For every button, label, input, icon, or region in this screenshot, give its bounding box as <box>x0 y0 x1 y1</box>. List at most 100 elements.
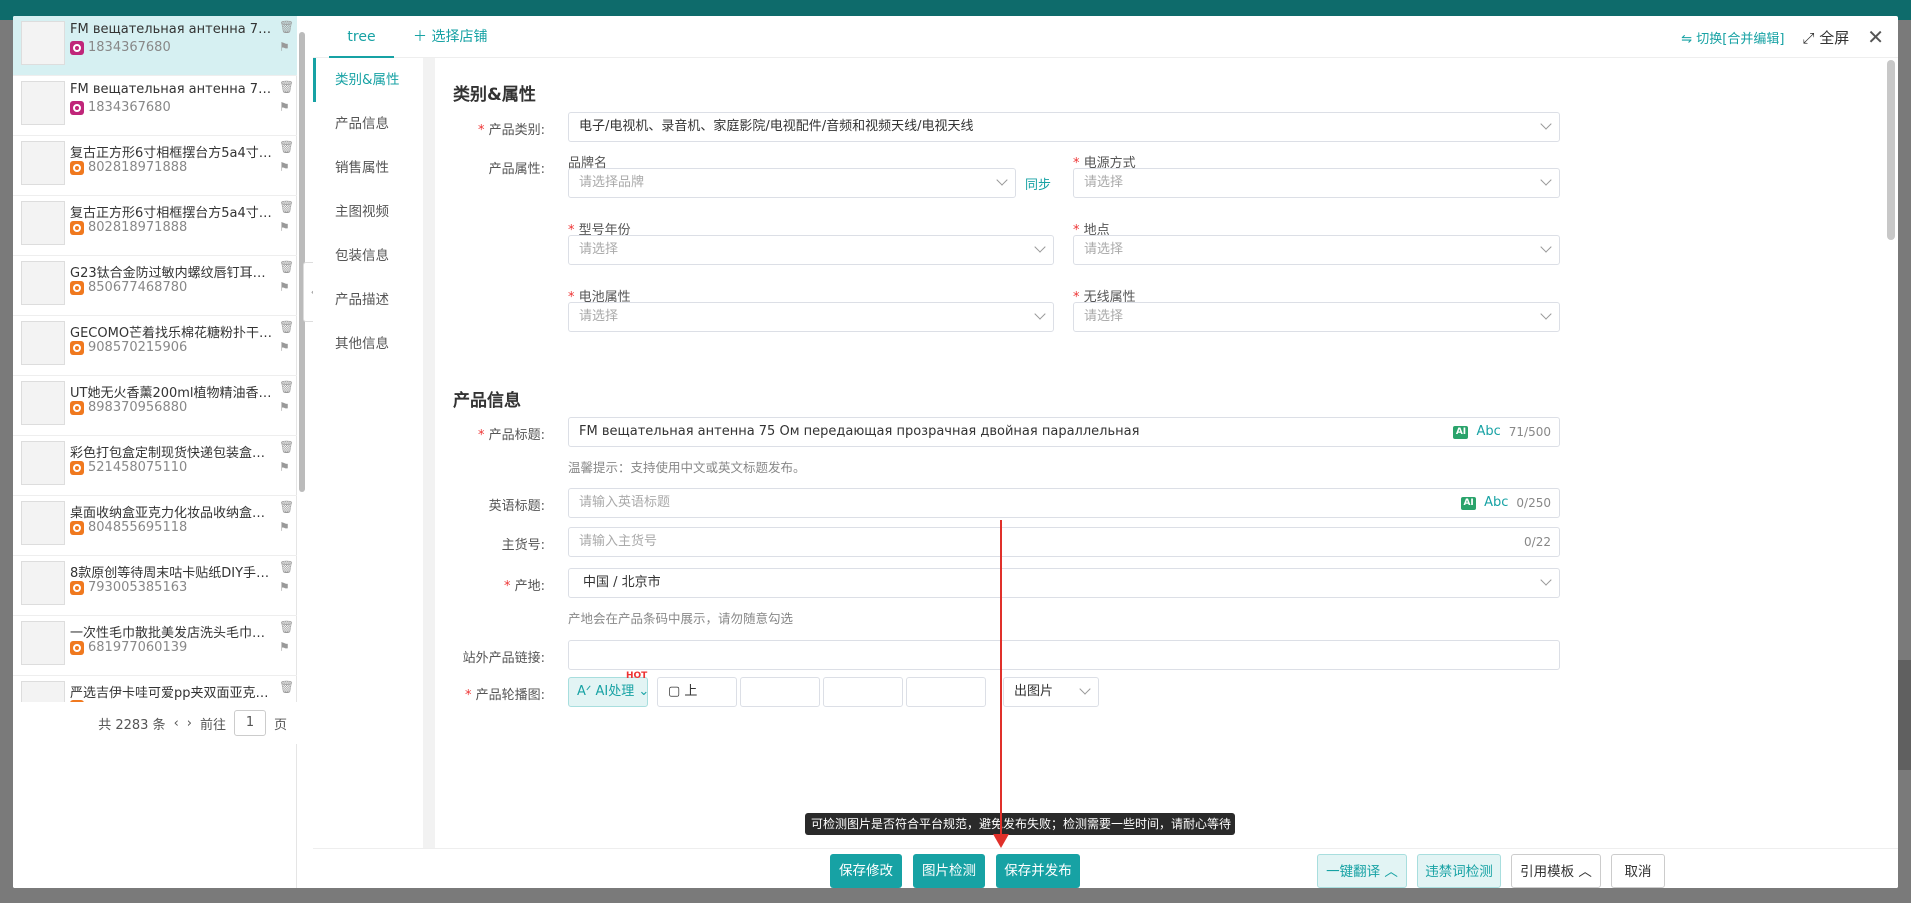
product-list-item[interactable]: 桌面收纳盒亚克力化妆品收纳盒透明零...804855695118 🗑 ⚑ <box>13 496 297 556</box>
nav-package-info[interactable]: 包装信息 <box>313 234 434 278</box>
nav-sales-attributes[interactable]: 销售属性 <box>313 146 434 190</box>
ai-process-button[interactable]: Aᐟ AI处理 ⌄ <box>568 677 648 707</box>
save-changes-button[interactable]: 保存修改 <box>830 854 902 888</box>
flag-icon[interactable]: ⚑ <box>279 640 293 654</box>
template-label: 引用模板 <box>1520 864 1575 880</box>
chevron-down-icon <box>1034 241 1046 253</box>
image-action-button-4[interactable] <box>906 677 986 707</box>
sku-input[interactable]: 请输入主货号 0/22 <box>568 527 1560 557</box>
nav-product-info[interactable]: 产品信息 <box>313 102 434 146</box>
power-select[interactable]: 请选择 <box>1073 168 1560 198</box>
ali-shop-icon <box>70 400 84 415</box>
product-id-text: 681977060139 <box>88 640 188 655</box>
product-id-text: 804855695118 <box>88 520 188 535</box>
product-list-item[interactable]: 彩色打包盒定制现货快递包装盒子批发...521458075110 🗑 ⚑ <box>13 436 297 496</box>
model-year-select[interactable]: 请选择 <box>568 235 1054 265</box>
trash-icon[interactable]: 🗑 <box>279 20 294 34</box>
flag-icon[interactable]: ⚑ <box>279 40 293 54</box>
flag-icon[interactable]: ⚑ <box>279 280 293 294</box>
ozon-shop-icon <box>70 100 84 115</box>
ai-generate-icon[interactable]: AI <box>1453 425 1469 439</box>
trash-icon[interactable]: 🗑 <box>279 440 294 454</box>
product-list-item[interactable]: 一次性毛巾散批美发店洗头毛巾足浴店...681977060139 🗑 ⚑ <box>13 616 297 676</box>
product-id: 521458075110 <box>70 460 187 475</box>
external-link-input[interactable] <box>568 640 1560 670</box>
flag-icon[interactable]: ⚑ <box>279 520 293 534</box>
abc-format-button[interactable]: Abc <box>1484 489 1508 517</box>
save-publish-button[interactable]: 保存并发布 <box>996 854 1080 888</box>
flag-icon[interactable]: ⚑ <box>279 400 293 414</box>
brand-select[interactable]: 请选择品牌 <box>568 168 1016 198</box>
use-template-button[interactable]: 引用模板 ︿ <box>1511 854 1601 888</box>
select-shop-button[interactable]: ＋ 选择店铺 <box>413 16 487 58</box>
product-list-item[interactable]: GECOMO芒着找乐棉花糖粉扑干湿两用...908570215906 🗑 ⚑ <box>13 316 297 376</box>
nav-other-info[interactable]: 其他信息 <box>313 322 434 366</box>
nav-product-description[interactable]: 产品描述 <box>313 278 434 322</box>
product-thumbnail <box>21 21 65 65</box>
chevron-down-icon <box>996 174 1008 186</box>
product-list-item[interactable]: 8款原创等待周末咕卡贴纸DIY手账小卡...793005385163 🗑 ⚑ <box>13 556 297 616</box>
title-label: 产品标题: <box>435 424 545 443</box>
trash-icon[interactable]: 🗑 <box>279 680 294 694</box>
fullscreen-button[interactable]: ⤢ 全屏 <box>1802 27 1849 48</box>
flag-icon[interactable]: ⚑ <box>279 340 293 354</box>
close-icon[interactable]: ✕ <box>1867 25 1884 49</box>
nav-category-attributes[interactable]: 类别&属性 <box>313 58 434 102</box>
product-thumbnail <box>21 261 65 305</box>
battery-select[interactable]: 请选择 <box>568 302 1054 332</box>
abc-format-button[interactable]: Abc <box>1476 418 1500 446</box>
trash-icon[interactable]: 🗑 <box>279 500 294 514</box>
trash-icon[interactable]: 🗑 <box>279 140 294 154</box>
product-list-item[interactable]: FM вещательная антенна 75 Ом пе... 183436… <box>13 16 297 76</box>
goto-label: 前往 <box>199 717 226 733</box>
location-select[interactable]: 请选择 <box>1073 235 1560 265</box>
product-thumbnail <box>21 381 65 425</box>
tab-tree[interactable]: tree <box>329 16 394 58</box>
chevron-down-icon <box>1034 308 1046 320</box>
product-list-item[interactable]: FM вещательная антенна 75 Ом пе... 183436… <box>13 76 297 136</box>
flag-icon[interactable]: ⚑ <box>279 460 293 474</box>
origin-select[interactable]: 中国 / 北京市 <box>568 568 1560 598</box>
product-list-item[interactable]: G23钛合金防过敏内螺纹唇钉耳骨钉人...850677468780 🗑 ⚑ <box>13 256 297 316</box>
ai-generate-icon[interactable]: AI <box>1461 496 1477 510</box>
export-image-button[interactable]: 出图片 <box>1003 677 1099 707</box>
trash-icon[interactable]: 🗑 <box>279 80 294 94</box>
trash-icon[interactable]: 🗑 <box>279 560 294 574</box>
product-list-item[interactable]: 复古正方形6寸相框摆台方5a4寸10寸美...802818971888 🗑 ⚑ <box>13 196 297 256</box>
one-click-translate-button[interactable]: 一键翻译 ︿ <box>1317 854 1407 888</box>
image-action-button-3[interactable] <box>823 677 903 707</box>
product-id-text: 908570215906 <box>88 340 188 355</box>
product-list-item[interactable]: 复古正方形6寸相框摆台方5a4寸10寸美...802818971888 🗑 ⚑ <box>13 136 297 196</box>
flag-icon[interactable]: ⚑ <box>279 160 293 174</box>
switch-merge-edit-button[interactable]: ⇋ 切换[合并编辑] <box>1681 28 1784 47</box>
trash-icon[interactable]: 🗑 <box>279 380 294 394</box>
product-title-input[interactable]: FM вещательная антенна 75 Ом передающая … <box>568 417 1560 447</box>
ali-shop-icon <box>70 580 84 595</box>
trash-icon[interactable]: 🗑 <box>279 320 294 334</box>
trash-icon[interactable]: 🗑 <box>279 200 294 214</box>
content-scrollbar[interactable] <box>1887 60 1895 240</box>
prev-page-icon[interactable]: ‹ <box>174 716 179 731</box>
wireless-select[interactable]: 请选择 <box>1073 302 1560 332</box>
nav-main-video[interactable]: 主图视频 <box>313 190 434 234</box>
english-title-input[interactable]: 请输入英语标题 AI Abc 0/250 <box>568 488 1560 518</box>
flag-icon[interactable]: ⚑ <box>279 100 293 114</box>
image-check-button[interactable]: 图片检测 <box>913 854 985 888</box>
product-list-item[interactable]: UT她无火香薰200ml植物精油香薰卧室...898370956880 🗑 ⚑ <box>13 376 297 436</box>
trash-icon[interactable]: 🗑 <box>279 620 294 634</box>
product-id-text: 793005385163 <box>88 580 188 595</box>
flag-icon[interactable]: ⚑ <box>279 220 293 234</box>
sync-brand-link[interactable]: 同步 <box>1025 174 1051 193</box>
upload-image-button[interactable]: ▢ 上 <box>657 677 737 707</box>
cancel-button[interactable]: 取消 <box>1611 854 1665 888</box>
next-page-icon[interactable]: › <box>187 716 192 731</box>
page-number-input[interactable]: 1 <box>233 710 266 736</box>
translate-label: 一键翻译 <box>1326 864 1381 880</box>
flag-icon[interactable]: ⚑ <box>279 580 293 594</box>
banned-word-check-button[interactable]: 违禁词检测 <box>1417 854 1501 888</box>
category-value: 电子/电视机、录音机、家庭影院/电视配件/音频和视频天线/电视天线 <box>579 119 974 134</box>
category-select[interactable]: 电子/电视机、录音机、家庭影院/电视配件/音频和视频天线/电视天线 <box>568 112 1560 142</box>
trash-icon[interactable]: 🗑 <box>279 260 294 274</box>
image-action-button-2[interactable] <box>740 677 820 707</box>
product-thumbnail <box>21 561 65 605</box>
